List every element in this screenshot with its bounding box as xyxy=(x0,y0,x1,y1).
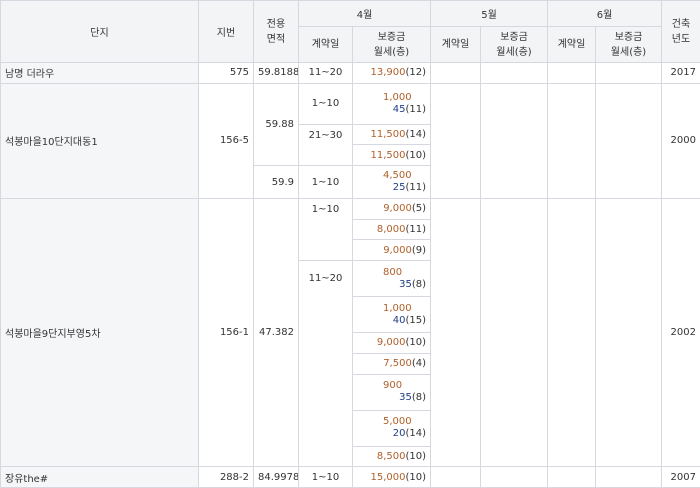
price-cell: 11,500(10) xyxy=(353,145,431,166)
contract-day: 1~10 xyxy=(299,467,353,488)
table-header: 단지 지번 전용 면적 4월 5월 6월 건축 년도 계약일 보증금 월세(층)… xyxy=(1,1,700,63)
header-month-jun: 6월 xyxy=(548,1,662,27)
contract-day: 11~20 xyxy=(299,63,353,84)
header-area: 전용 면적 xyxy=(254,1,299,63)
complex-name: 장유the# xyxy=(1,467,199,488)
price-cell: 7,500(4) xyxy=(353,353,431,374)
price-cell: 4,500 25(11) xyxy=(353,166,431,199)
table-row: 석봉마을9단지부영5차 156-1 47.382 1~10 9,000(5) 2… xyxy=(1,199,700,220)
price-cell: 8,000(11) xyxy=(353,219,431,240)
area-value: 59.8188 xyxy=(254,63,299,84)
lot-number: 156-1 xyxy=(199,199,254,467)
price-cell: 9,000(10) xyxy=(353,333,431,354)
price-cell: 15,000(10) xyxy=(353,467,431,488)
complex-name: 남명 더라우 xyxy=(1,63,199,84)
table-row: 석봉마을10단지대동1 156-5 59.88 1~10 1,000 45(11… xyxy=(1,83,700,124)
header-month-may: 5월 xyxy=(431,1,548,27)
contract-day: 21~30 xyxy=(299,124,353,165)
complex-name: 석봉마을9단지부영5차 xyxy=(1,199,199,467)
table-row: 남명 더라우 575 59.8188 11~20 13,900(12) 2017 xyxy=(1,63,700,84)
area-value: 47.382 xyxy=(254,199,299,467)
area-value: 59.9 xyxy=(254,166,299,199)
price-cell: 900 35(8) xyxy=(353,374,431,410)
header-contract-day-may: 계약일 xyxy=(431,27,481,63)
price-cell: 1,000 45(11) xyxy=(353,83,431,124)
header-price-may: 보증금 월세(층) xyxy=(481,27,548,63)
complex-name: 석봉마을10단지대동1 xyxy=(1,83,199,198)
contract-day: 1~10 xyxy=(299,83,353,124)
table-row: 장유the# 288-2 84.9978 1~10 15,000(10) 200… xyxy=(1,467,700,488)
header-price-apr: 보증금 월세(층) xyxy=(353,27,431,63)
header-built-year: 건축 년도 xyxy=(662,1,700,63)
contract-day: 1~10 xyxy=(299,166,353,199)
contract-day: 1~10 xyxy=(299,199,353,261)
price-cell: 9,000(9) xyxy=(353,240,431,261)
transaction-table: 단지 지번 전용 면적 4월 5월 6월 건축 년도 계약일 보증금 월세(층)… xyxy=(0,0,700,488)
built-year: 2017 xyxy=(662,63,700,84)
area-value: 59.88 xyxy=(254,83,299,165)
price-cell: 5,000 20(14) xyxy=(353,410,431,446)
built-year: 2000 xyxy=(662,83,700,198)
price-cell: 800 35(8) xyxy=(353,261,431,297)
header-price-jun: 보증금 월세(층) xyxy=(596,27,662,63)
built-year: 2007 xyxy=(662,467,700,488)
price-cell: 13,900(12) xyxy=(353,63,431,84)
price-cell: 9,000(5) xyxy=(353,199,431,220)
lot-number: 288-2 xyxy=(199,467,254,488)
price-cell: 8,500(10) xyxy=(353,446,431,467)
contract-day: 11~20 xyxy=(299,261,353,467)
header-lot: 지번 xyxy=(199,1,254,63)
lot-number: 156-5 xyxy=(199,83,254,198)
header-complex: 단지 xyxy=(1,1,199,63)
header-month-apr: 4월 xyxy=(299,1,431,27)
header-contract-day-apr: 계약일 xyxy=(299,27,353,63)
price-cell: 1,000 40(15) xyxy=(353,297,431,333)
area-value: 84.9978 xyxy=(254,467,299,488)
lot-number: 575 xyxy=(199,63,254,84)
header-contract-day-jun: 계약일 xyxy=(548,27,596,63)
price-cell: 11,500(14) xyxy=(353,124,431,145)
built-year: 2002 xyxy=(662,199,700,467)
